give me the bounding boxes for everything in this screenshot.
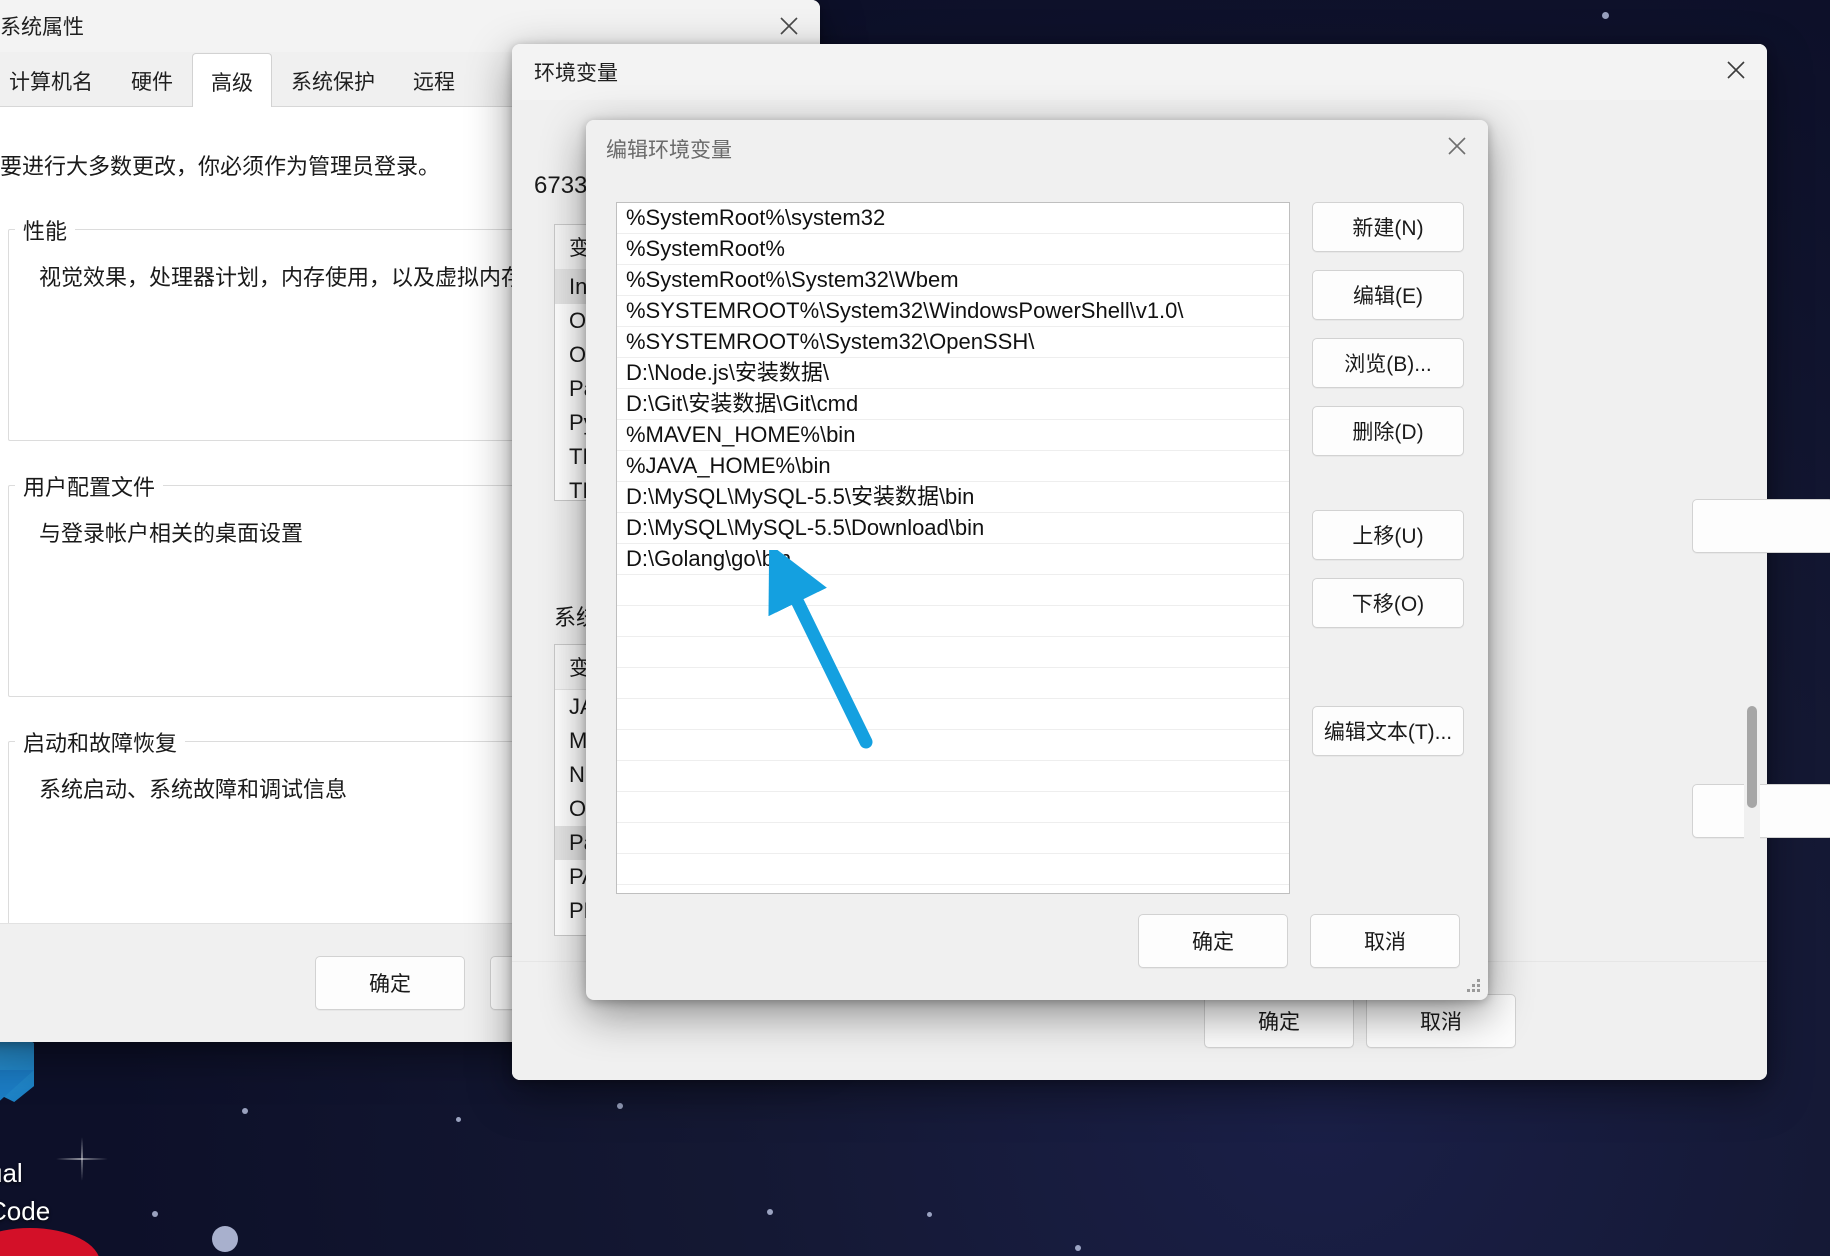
edit-environment-variable-ok-button[interactable]: 确定 bbox=[1138, 914, 1288, 968]
edit-environment-variable-window: 编辑环境变量 %SystemRoot%\system32 %SystemRoot… bbox=[586, 120, 1488, 1000]
system-properties-ok-button[interactable]: 确定 bbox=[315, 956, 465, 1010]
desktop-icon-decoration bbox=[0, 1228, 100, 1256]
list-item-empty[interactable] bbox=[617, 885, 1289, 893]
list-item[interactable]: D:\MySQL\MySQL-5.5\Download\bin bbox=[617, 513, 1289, 544]
tab-hardware[interactable]: 硬件 bbox=[112, 56, 192, 106]
user-profiles-group-label: 用户配置文件 bbox=[15, 470, 164, 502]
list-item-empty[interactable] bbox=[617, 575, 1289, 606]
vscode-label-line2: Code bbox=[0, 1196, 51, 1226]
vscode-icon[interactable] bbox=[0, 1030, 60, 1140]
list-item-empty[interactable] bbox=[617, 854, 1289, 885]
list-item[interactable]: %JAVA_HOME%\bin bbox=[617, 451, 1289, 482]
star-decoration bbox=[1075, 1245, 1081, 1251]
star-decoration bbox=[152, 1211, 158, 1217]
scrollbar[interactable] bbox=[1744, 674, 1760, 902]
list-item[interactable]: %SYSTEMROOT%\System32\WindowsPowerShell\… bbox=[617, 296, 1289, 327]
move-down-button[interactable]: 下移(O) bbox=[1312, 578, 1464, 628]
list-item-empty[interactable] bbox=[617, 730, 1289, 761]
list-item[interactable]: %SystemRoot%\System32\Wbem bbox=[617, 265, 1289, 296]
edit-environment-variable-title: 编辑环境变量 bbox=[606, 139, 732, 162]
environment-variables-titlebar: 环境变量 bbox=[512, 44, 1767, 100]
startup-recovery-group-label: 启动和故障恢复 bbox=[15, 726, 186, 758]
delete-button[interactable]: 删除(D) bbox=[1312, 406, 1464, 456]
list-item[interactable]: %MAVEN_HOME%\bin bbox=[617, 420, 1289, 451]
list-item[interactable]: D:\Node.js\安装数据\ bbox=[617, 358, 1289, 389]
list-item[interactable]: D:\Golang\go\bin bbox=[617, 544, 1289, 575]
browse-button[interactable]: 浏览(B)... bbox=[1312, 338, 1464, 388]
environment-variables-edit-button[interactable] bbox=[1692, 784, 1830, 838]
tab-advanced[interactable]: 高级 bbox=[192, 53, 272, 107]
path-actions: 新建(N) 编辑(E) 浏览(B)... 删除(D) 上移(U) 下移(O) 编… bbox=[1312, 202, 1464, 774]
star-decoration bbox=[767, 1209, 773, 1215]
environment-variables-title: 环境变量 bbox=[534, 62, 618, 85]
system-properties-title: 系统属性 bbox=[0, 16, 84, 39]
star-decoration bbox=[927, 1212, 932, 1217]
edit-button[interactable]: 编辑(E) bbox=[1312, 270, 1464, 320]
list-item[interactable]: %SYSTEMROOT%\System32\OpenSSH\ bbox=[617, 327, 1289, 358]
star-decoration bbox=[1602, 12, 1609, 19]
path-entries-list[interactable]: %SystemRoot%\system32 %SystemRoot% %Syst… bbox=[616, 202, 1290, 894]
list-item-empty[interactable] bbox=[617, 823, 1289, 854]
star-decoration bbox=[242, 1108, 248, 1114]
environment-variables-ok-button[interactable]: 确定 bbox=[1204, 994, 1354, 1048]
move-up-button[interactable]: 上移(U) bbox=[1312, 510, 1464, 560]
environment-variables-cancel-button[interactable]: 取消 bbox=[1366, 994, 1516, 1048]
tab-computer-name[interactable]: 计算机名 bbox=[0, 56, 112, 106]
close-icon[interactable] bbox=[1705, 44, 1767, 96]
edit-text-button[interactable]: 编辑文本(T)... bbox=[1312, 706, 1464, 756]
list-item[interactable]: D:\MySQL\MySQL-5.5\安装数据\bin bbox=[617, 482, 1289, 513]
list-item-empty[interactable] bbox=[617, 606, 1289, 637]
list-item-empty[interactable] bbox=[617, 668, 1289, 699]
vscode-label-line1: ual bbox=[0, 1158, 23, 1188]
new-button[interactable]: 新建(N) bbox=[1312, 202, 1464, 252]
performance-group-label: 性能 bbox=[15, 214, 76, 246]
list-item-empty[interactable] bbox=[617, 637, 1289, 668]
list-item-empty[interactable] bbox=[617, 792, 1289, 823]
environment-variables-new-button[interactable] bbox=[1692, 499, 1830, 553]
list-item[interactable]: %SystemRoot%\system32 bbox=[617, 203, 1289, 234]
edit-environment-variable-titlebar: 编辑环境变量 bbox=[586, 120, 1488, 178]
list-item-empty[interactable] bbox=[617, 761, 1289, 792]
star-decoration bbox=[617, 1103, 623, 1109]
tab-system-protection[interactable]: 系统保护 bbox=[272, 56, 394, 106]
scrollbar-thumb[interactable] bbox=[1747, 706, 1757, 808]
user-variables-label: 6733 bbox=[534, 172, 588, 199]
edit-environment-variable-footer: 确定 取消 bbox=[1138, 914, 1460, 968]
list-item[interactable]: %SystemRoot% bbox=[617, 234, 1289, 265]
list-item-empty[interactable] bbox=[617, 699, 1289, 730]
tab-remote[interactable]: 远程 bbox=[394, 56, 474, 106]
edit-environment-variable-cancel-button[interactable]: 取消 bbox=[1310, 914, 1460, 968]
resize-grip-icon[interactable] bbox=[1467, 979, 1481, 993]
close-icon[interactable] bbox=[1426, 120, 1488, 172]
list-item[interactable]: D:\Git\安装数据\Git\cmd bbox=[617, 389, 1289, 420]
moon-decoration bbox=[212, 1226, 238, 1252]
screen: ual Code 系统属性 计算机名 硬件 高级 系统保护 远程 要进行大多数更… bbox=[0, 0, 1830, 1256]
star-decoration bbox=[456, 1117, 461, 1122]
